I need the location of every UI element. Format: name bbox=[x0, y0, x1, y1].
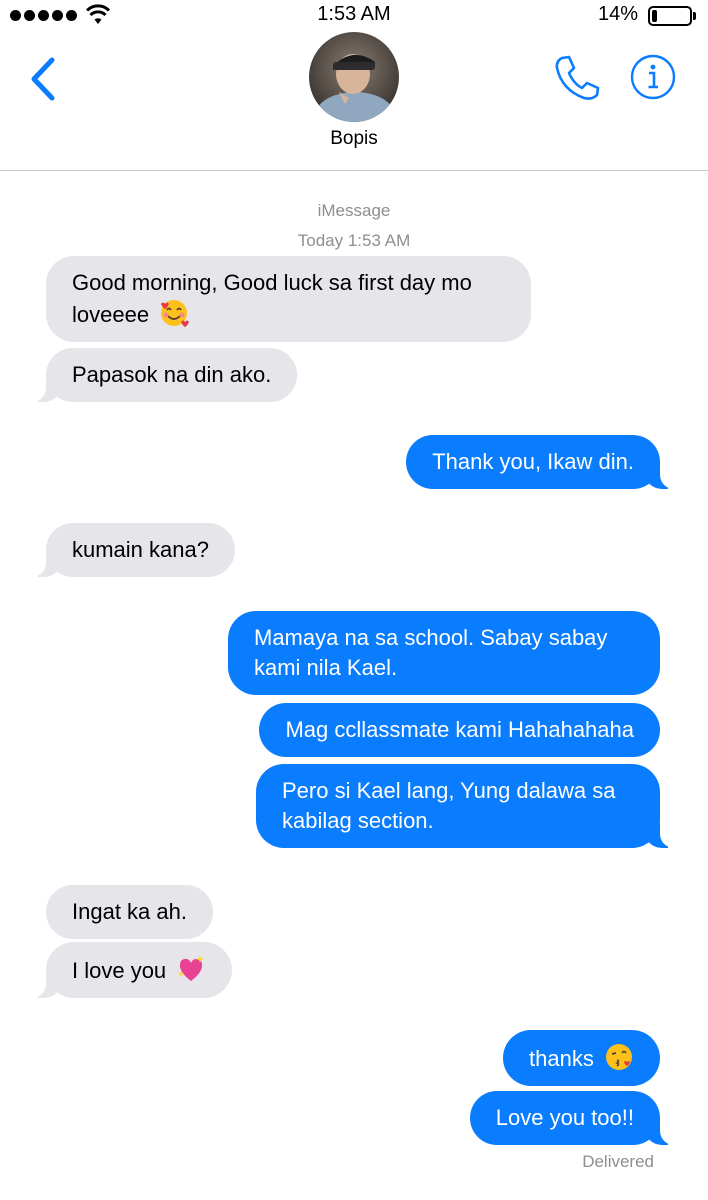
message-text: I love you bbox=[72, 958, 167, 983]
sparkling-heart-icon bbox=[178, 955, 205, 981]
message-text: Papasok na din ako. bbox=[72, 362, 272, 387]
outgoing-message-bubble[interactable]: Love you too!! bbox=[469, 1091, 679, 1145]
outgoing-message-bubble[interactable]: Thank you, Ikaw din. bbox=[406, 435, 678, 489]
message-text: Ingat ka ah. bbox=[72, 899, 187, 924]
message-text: Good morning, Good luck sa first day mo … bbox=[72, 270, 472, 327]
incoming-message-bubble[interactable]: Ingat ka ah. bbox=[46, 885, 213, 939]
outgoing-message-bubble[interactable]: Mag ccllassmate kami Hahahahaha bbox=[259, 703, 660, 757]
incoming-message-bubble[interactable]: Good morning, Good luck sa first day mo … bbox=[46, 256, 531, 342]
face-blowing-a-kiss-icon bbox=[606, 1044, 632, 1070]
outgoing-message-bubble[interactable]: Mamaya na sa school. Sabay sabay kami ni… bbox=[228, 611, 660, 695]
delivery-status: Delivered bbox=[582, 1152, 654, 1171]
smiling-face-with-hearts-icon bbox=[161, 300, 190, 327]
message-text: Love you too!! bbox=[495, 1105, 634, 1130]
outgoing-message-bubble[interactable]: Pero si Kael lang, Yung dalawa sa kabila… bbox=[256, 764, 678, 848]
incoming-message-bubble[interactable]: I love you bbox=[27, 942, 233, 998]
message-text: Mag ccllassmate kami Hahahahaha bbox=[285, 717, 634, 742]
message-text: thanks bbox=[529, 1046, 594, 1071]
message-text: Thank you, Ikaw din. bbox=[432, 449, 634, 474]
incoming-message-bubble[interactable]: Papasok na din ako. bbox=[27, 348, 298, 402]
message-text: Mamaya na sa school. Sabay sabay kami ni… bbox=[254, 625, 608, 680]
message-thread: iMessage Today 1:53 AM Good morning, Goo… bbox=[0, 0, 708, 1200]
message-text: Pero si Kael lang, Yung dalawa sa kabila… bbox=[282, 778, 616, 833]
thread-timestamp: Today 1:53 AM bbox=[297, 231, 411, 250]
service-label: iMessage bbox=[317, 201, 391, 220]
outgoing-message-bubble[interactable]: thanks bbox=[503, 1030, 660, 1086]
message-text: kumain kana? bbox=[72, 537, 209, 562]
incoming-message-bubble[interactable]: kumain kana? bbox=[28, 523, 235, 577]
